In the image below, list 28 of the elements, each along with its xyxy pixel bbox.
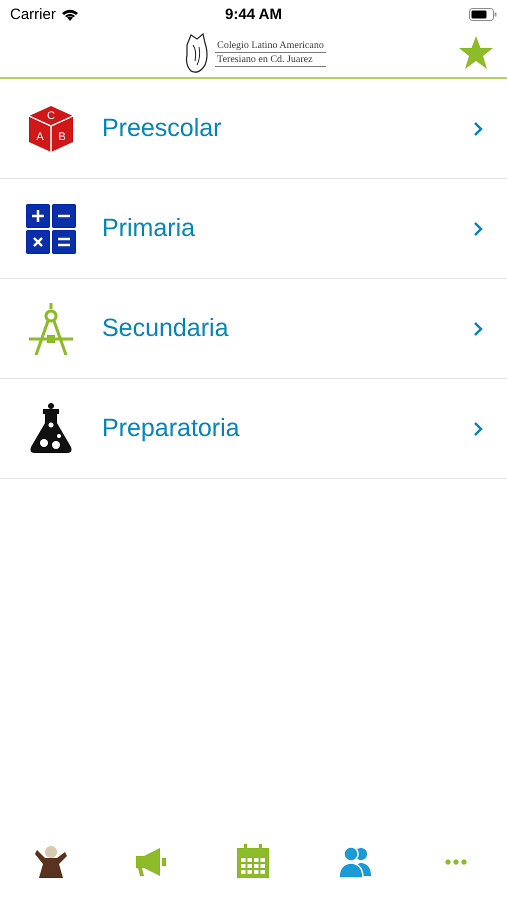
menu-row[interactable]: A B C Preescolar <box>0 79 507 179</box>
chevron-icon <box>473 120 483 136</box>
people-icon <box>338 846 371 879</box>
menu-row[interactable]: Preparatoria <box>0 379 507 479</box>
chevron-icon <box>473 320 483 336</box>
wifi-icon <box>60 8 79 20</box>
menu-row[interactable]: Secundaria <box>0 279 507 379</box>
flask-icon <box>29 402 73 454</box>
chevron-icon <box>473 420 483 436</box>
chevron-icon <box>473 220 483 236</box>
more-icon <box>446 859 467 865</box>
letter-block-icon: A B C <box>26 104 76 154</box>
megaphone-icon <box>136 848 166 876</box>
logo-text: Teresiano en Cd. Juarez <box>215 52 326 66</box>
menu-label: Primaria <box>102 214 196 243</box>
star-icon[interactable] <box>458 36 494 70</box>
carrier-name: Carrier <box>10 6 56 22</box>
clock-time: 9:44 AM <box>225 6 282 22</box>
figure-icon <box>34 846 67 878</box>
drawing-compass-icon <box>26 300 76 356</box>
logo-text: Colegio Latino Americano <box>215 38 326 52</box>
menu-label: Secundaria <box>102 314 230 343</box>
menu-label: Preescolar <box>102 114 222 143</box>
menu-label: Preparatoria <box>102 414 241 443</box>
menu-row[interactable]: Primaria <box>0 179 507 279</box>
calculator-icon <box>26 204 76 254</box>
calendar-icon <box>237 844 270 878</box>
battery-icon <box>469 8 497 20</box>
